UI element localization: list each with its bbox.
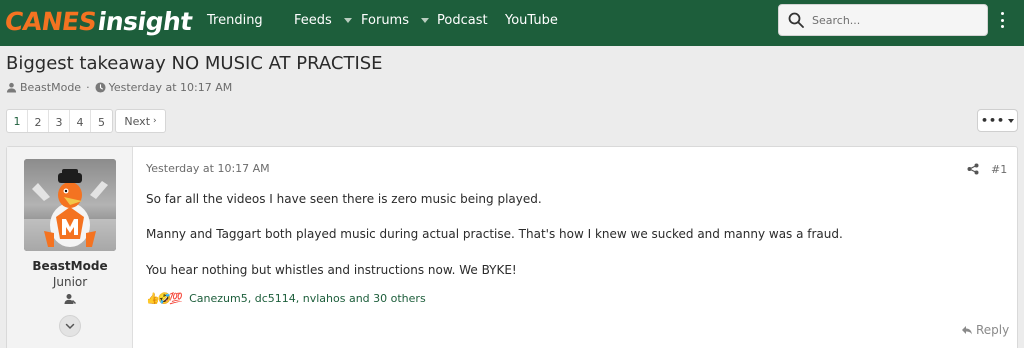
nav-podcast[interactable]: Podcast (437, 0, 505, 40)
more-icon: ••• (980, 114, 1006, 127)
post-message-line: Manny and Taggart both played music duri… (146, 227, 843, 241)
chevron-down-icon (1008, 118, 1015, 123)
nav-feeds[interactable]: Feeds (294, 0, 361, 40)
page-link-4[interactable]: 4 (70, 110, 91, 132)
expand-user-button[interactable] (59, 315, 81, 337)
main-nav: Trending Feeds Forums Podcast YouTube (207, 0, 565, 40)
reactions-bar[interactable]: 👍 🤣 💯 Canezum5, dc5114, nvlahos and 30 o… (146, 292, 426, 305)
avatar-image (24, 159, 116, 251)
pagination: 1 2 3 4 5 (6, 109, 113, 133)
next-page-button[interactable]: Next › (115, 109, 166, 133)
page-link-1[interactable]: 1 (7, 110, 28, 132)
reply-icon (962, 326, 972, 335)
nav-podcast-label: Podcast (437, 12, 488, 28)
chevron-right-icon: › (153, 116, 157, 126)
page-title: Biggest takeaway NO MUSIC AT PRACTISE (6, 53, 383, 74)
thread-tools-button[interactable]: ••• (977, 109, 1018, 132)
reply-button[interactable]: Reply (961, 323, 1009, 337)
user-rank: Junior (52, 275, 88, 289)
meta-separator: · (86, 81, 90, 94)
hundred-icon: 💯 (169, 292, 184, 305)
chevron-down-icon[interactable] (421, 17, 429, 23)
avatar[interactable] (24, 159, 116, 251)
post-message-line: So far all the videos I have seen there … (146, 192, 542, 206)
nav-trending[interactable]: Trending (207, 0, 294, 40)
kebab-menu-icon[interactable] (997, 12, 1007, 28)
post: BeastMode Junior Yesterday at 10:17 AM #… (6, 146, 1018, 348)
search-box[interactable] (778, 4, 988, 36)
post-number[interactable]: #1 (991, 163, 1007, 176)
nav-youtube[interactable]: YouTube (505, 0, 565, 40)
post-date[interactable]: Yesterday at 10:17 AM (146, 162, 270, 175)
next-label: Next (124, 114, 151, 128)
nav-forums[interactable]: Forums (361, 0, 437, 40)
reply-label: Reply (976, 323, 1010, 337)
site-logo[interactable]: CANES INSIGHT (2, 6, 195, 36)
chevron-down-icon[interactable] (343, 17, 352, 23)
user-icon (6, 82, 17, 93)
page-link-5[interactable]: 5 (91, 110, 112, 132)
thread-date[interactable]: Yesterday at 10:17 AM (109, 81, 233, 94)
clock-icon (95, 82, 106, 93)
reaction-users[interactable]: Canezum5, dc5114, nvlahos and 30 others (189, 292, 426, 305)
nav-feeds-label: Feeds (294, 12, 332, 28)
logo-canes: CANES (2, 6, 99, 36)
user-badge-icon (64, 294, 76, 304)
search-icon (788, 12, 804, 28)
nav-trending-label: Trending (207, 12, 263, 28)
logo-insight: INSIGHT (96, 6, 195, 36)
post-user-pane: BeastMode Junior (7, 147, 133, 348)
post-message-line: You hear nothing but whistles and instru… (146, 263, 517, 277)
thread-author[interactable]: BeastMode (20, 81, 81, 94)
nav-forums-label: Forums (361, 12, 409, 28)
page-link-2[interactable]: 2 (28, 110, 49, 132)
page-link-3[interactable]: 3 (49, 110, 70, 132)
search-input[interactable] (812, 13, 972, 27)
chevron-down-icon (65, 323, 75, 330)
share-icon[interactable] (967, 163, 979, 175)
top-navbar: CANES INSIGHT Trending Feeds Forums Podc… (0, 0, 1024, 46)
post-username[interactable]: BeastMode (7, 259, 133, 273)
reaction-emojis: 👍 🤣 💯 (146, 292, 184, 305)
thread-meta: BeastMode · Yesterday at 10:17 AM (6, 81, 232, 94)
nav-youtube-label: YouTube (505, 12, 558, 28)
